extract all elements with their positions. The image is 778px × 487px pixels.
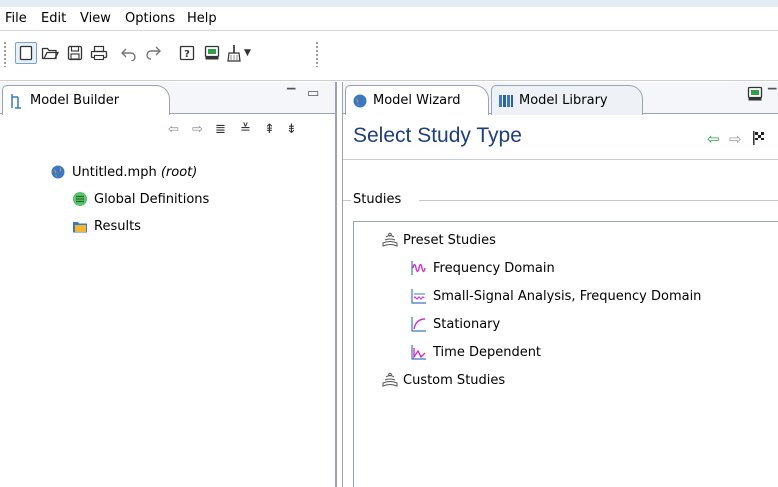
svg-text:?: ? bbox=[184, 49, 190, 60]
global-definitions-icon bbox=[72, 191, 88, 207]
studies-tree: Preset Studies Frequency Domain Small-Si… bbox=[353, 221, 778, 487]
model-wizard-panel: Model Wizard Model Library ▔ Select Stud… bbox=[342, 82, 778, 487]
minimize-icon[interactable]: ▔ bbox=[768, 88, 776, 101]
tab-label: Model Builder bbox=[30, 93, 120, 108]
tree-label: Small-Signal Analysis, Frequency Domain bbox=[433, 288, 702, 304]
group-rule bbox=[419, 200, 778, 201]
tab-model-library[interactable]: Model Library bbox=[491, 85, 643, 115]
model-builder-tab-row: Model Builder ▔ ▭ bbox=[0, 82, 335, 115]
tree-item-preset-studies[interactable]: Preset Studies bbox=[381, 232, 496, 248]
broom-icon[interactable]: ▼ bbox=[225, 42, 253, 64]
results-icon bbox=[72, 218, 88, 234]
help-icon[interactable]: ? bbox=[176, 42, 198, 64]
tree-root-name: Untitled.mph bbox=[72, 164, 157, 180]
tree-item-stationary[interactable]: Stationary bbox=[411, 316, 500, 332]
globe-icon bbox=[50, 164, 66, 180]
sort-down-icon[interactable]: ⇟ bbox=[286, 122, 297, 137]
tree-root[interactable]: Untitled.mph (root) bbox=[50, 164, 197, 180]
study-folder-icon bbox=[381, 232, 398, 248]
menu-help[interactable]: Help bbox=[187, 11, 217, 26]
tree-item-small-signal[interactable]: Small-Signal Analysis, Frequency Domain bbox=[411, 288, 701, 304]
undo-icon[interactable] bbox=[118, 42, 140, 64]
tree-item-frequency-domain[interactable]: Frequency Domain bbox=[411, 260, 555, 276]
toolbar-grip[interactable] bbox=[3, 41, 7, 67]
menu-options[interactable]: Options bbox=[125, 11, 175, 26]
menu-view[interactable]: View bbox=[80, 11, 111, 26]
dynamic-help-icon[interactable] bbox=[747, 86, 763, 105]
study-folder-icon bbox=[381, 372, 398, 388]
tree-label: Custom Studies bbox=[403, 372, 506, 388]
page-title: Select Study Type bbox=[353, 124, 522, 147]
tab-model-wizard[interactable]: Model Wizard bbox=[345, 85, 489, 115]
window-top-strip bbox=[0, 0, 778, 7]
globe-icon bbox=[352, 93, 368, 109]
library-icon bbox=[498, 93, 514, 109]
back-arrow-icon[interactable]: ⇦ bbox=[168, 122, 179, 137]
time-dependent-icon bbox=[411, 344, 427, 360]
print-icon[interactable] bbox=[88, 42, 110, 64]
menu-edit[interactable]: Edit bbox=[41, 11, 66, 26]
tree-item-global-definitions[interactable]: Global Definitions bbox=[72, 191, 209, 207]
model-builder-panel: Model Builder ▔ ▭ ⇦ ⇨ ≣ ≚ ⇞ ⇟ Untitled.m… bbox=[0, 82, 337, 487]
tab-label: Model Wizard bbox=[373, 93, 461, 108]
dropdown-arrow-icon[interactable]: ▼ bbox=[244, 48, 251, 58]
maximize-icon[interactable]: ▭ bbox=[307, 86, 319, 101]
dynamic-help-icon[interactable] bbox=[201, 42, 223, 64]
expand-icon[interactable]: ≣ bbox=[215, 122, 226, 137]
menu-bar: File Edit View Options Help bbox=[0, 7, 778, 31]
tree-label: Time Dependent bbox=[433, 344, 542, 360]
open-folder-icon[interactable] bbox=[39, 42, 61, 64]
wizard-tab-row: Model Wizard Model Library ▔ bbox=[343, 82, 778, 115]
forward-arrow-icon[interactable]: ⇨ bbox=[729, 130, 742, 148]
tree-label: Preset Studies bbox=[403, 232, 496, 248]
main-toolbar: ? ▼ bbox=[0, 32, 778, 81]
stationary-icon bbox=[411, 316, 427, 332]
redo-icon[interactable] bbox=[142, 42, 164, 64]
wizard-header: Select Study Type ⇦ ⇨ bbox=[343, 116, 778, 160]
tab-model-builder[interactable]: Model Builder bbox=[2, 85, 170, 115]
tree-item-results[interactable]: Results bbox=[72, 218, 141, 234]
sort-up-icon[interactable]: ⇞ bbox=[264, 122, 275, 137]
tree-root-suffix: (root) bbox=[160, 164, 198, 180]
tree-item-custom-studies[interactable]: Custom Studies bbox=[381, 372, 505, 388]
tree-label: Results bbox=[94, 218, 141, 234]
frequency-domain-icon bbox=[411, 260, 427, 276]
tree-item-time-dependent[interactable]: Time Dependent bbox=[411, 344, 541, 360]
tree-label: Frequency Domain bbox=[433, 260, 555, 276]
group-rule bbox=[343, 200, 351, 201]
model-builder-toolbar: ⇦ ⇨ ≣ ≚ ⇞ ⇟ bbox=[0, 116, 335, 144]
forward-arrow-icon[interactable]: ⇨ bbox=[192, 122, 203, 137]
show-icon[interactable]: ≚ bbox=[240, 122, 251, 137]
small-signal-icon bbox=[411, 288, 427, 304]
back-arrow-icon[interactable]: ⇦ bbox=[707, 130, 720, 148]
toolbar-grip-2[interactable] bbox=[315, 41, 319, 67]
model-builder-icon bbox=[9, 93, 25, 109]
tree-label: Global Definitions bbox=[94, 191, 210, 207]
minimize-icon[interactable]: ▔ bbox=[287, 88, 295, 101]
tree-label: Stationary bbox=[433, 316, 501, 332]
tab-label: Model Library bbox=[519, 93, 608, 108]
menu-file[interactable]: File bbox=[5, 11, 27, 26]
new-file-icon[interactable] bbox=[15, 42, 37, 64]
finish-flag-icon[interactable] bbox=[751, 130, 767, 150]
save-icon[interactable] bbox=[64, 42, 86, 64]
group-label: Studies bbox=[353, 192, 406, 207]
